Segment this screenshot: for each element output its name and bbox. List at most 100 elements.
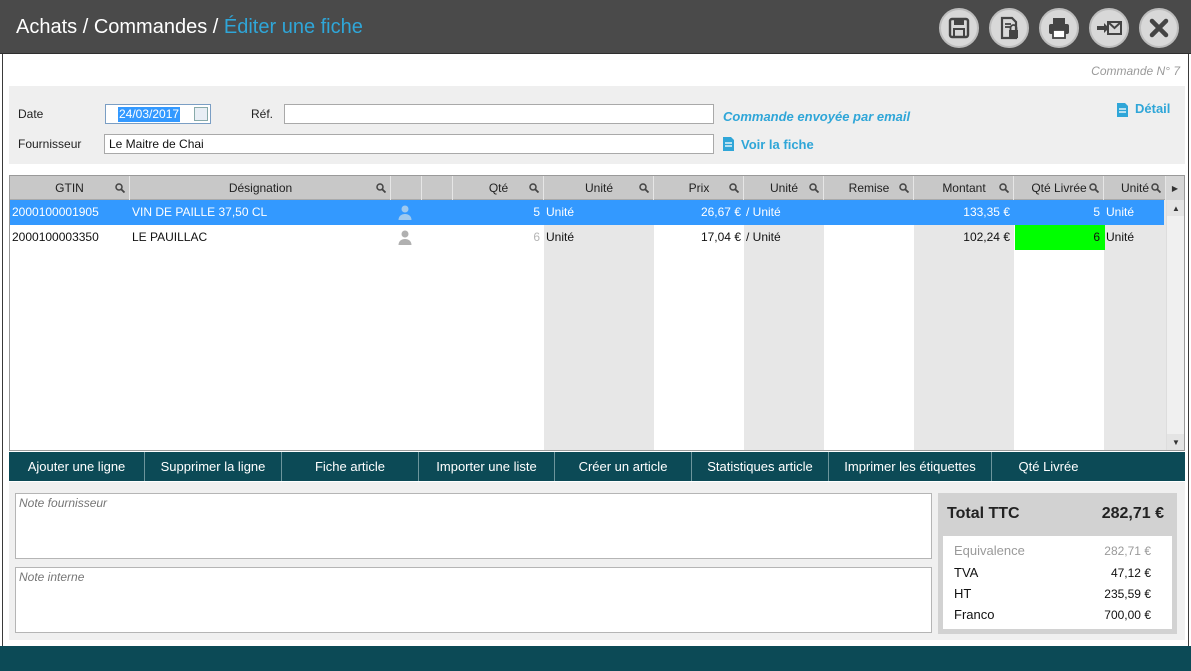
cell-qty-delivered: 6 bbox=[1015, 225, 1105, 250]
scroll-down-arrow[interactable]: ▼ bbox=[1167, 434, 1184, 450]
cell-gtin: 2000100001905 bbox=[12, 205, 99, 219]
ref-label: Réf. bbox=[251, 107, 274, 121]
ref-input[interactable] bbox=[284, 104, 714, 124]
total-line-tva: TVA 47,12 € bbox=[954, 565, 1151, 580]
total-line-franco: Franco 700,00 € bbox=[954, 607, 1151, 622]
breadcrumb-achats[interactable]: Achats bbox=[16, 16, 77, 38]
search-icon[interactable] bbox=[115, 183, 125, 193]
order-form: Date 24/03/2017 Réf. Commande envoyée pa… bbox=[9, 86, 1185, 164]
create-article-button[interactable]: Créer un article bbox=[555, 452, 692, 481]
delete-line-button[interactable]: Supprimer la ligne bbox=[145, 452, 282, 481]
search-icon[interactable] bbox=[809, 183, 819, 193]
date-value: 24/03/2017 bbox=[118, 107, 181, 122]
column-header-price[interactable]: Prix bbox=[655, 176, 744, 200]
column-header-amount[interactable]: Montant bbox=[915, 176, 1014, 200]
action-bar: Ajouter une ligne Supprimer la ligne Fic… bbox=[9, 452, 1185, 481]
date-label: Date bbox=[18, 107, 44, 121]
supplier-label: Fournisseur bbox=[18, 137, 82, 151]
cell-price: 26,67 € bbox=[700, 205, 741, 219]
column-header-gtin[interactable]: GTIN bbox=[10, 176, 130, 200]
cell-discount bbox=[825, 225, 911, 250]
cell-qty-delivered: 5 bbox=[1093, 205, 1100, 219]
search-icon[interactable] bbox=[899, 183, 909, 193]
email-status: Commande envoyée par email bbox=[723, 109, 911, 124]
cell-unit: Unité bbox=[546, 230, 575, 244]
person-icon[interactable] bbox=[397, 229, 413, 245]
lock-document-button[interactable] bbox=[989, 8, 1029, 48]
table-row[interactable]: 2000100001905 VIN DE PAILLE 37,50 CL 5 U… bbox=[10, 200, 1164, 225]
cell-price-unit: / Unité bbox=[746, 205, 781, 219]
order-number: Commande N° 7 bbox=[1091, 64, 1180, 78]
vertical-scrollbar[interactable]: ▲ ▼ bbox=[1166, 200, 1184, 450]
cell-price-unit: / Unité bbox=[746, 230, 781, 244]
title-bar: Achats / Commandes / Éditer une fiche bbox=[0, 0, 1191, 54]
order-editor: Commande N° 7 Date 24/03/2017 Réf. Comma… bbox=[2, 54, 1189, 671]
cell-amount: 133,35 € bbox=[963, 205, 1010, 219]
status-bar bbox=[0, 646, 1191, 671]
print-labels-button[interactable]: Imprimer les étiquettes bbox=[829, 452, 992, 481]
column-header-price-unit[interactable]: Unité bbox=[745, 176, 824, 200]
article-sheet-button[interactable]: Fiche article bbox=[282, 452, 419, 481]
close-button[interactable] bbox=[1139, 8, 1179, 48]
table-header: GTIN Désignation Qté Unité Prix Unité Re… bbox=[10, 176, 1184, 200]
total-ttc-value: 282,71 € bbox=[1101, 505, 1164, 522]
cell-price: 17,04 € bbox=[700, 230, 741, 244]
cell-gtin: 2000100003350 bbox=[12, 230, 99, 244]
breadcrumb-separator: / bbox=[207, 16, 224, 38]
cell-designation: VIN DE PAILLE 37,50 CL bbox=[132, 205, 268, 219]
add-line-button[interactable]: Ajouter une ligne bbox=[9, 452, 145, 481]
close-icon bbox=[1149, 18, 1169, 38]
search-icon[interactable] bbox=[729, 183, 739, 193]
search-icon[interactable] bbox=[376, 183, 386, 193]
search-icon[interactable] bbox=[639, 183, 649, 193]
supplier-note-field[interactable] bbox=[15, 493, 932, 559]
column-header-blank bbox=[392, 176, 422, 200]
cell-discount bbox=[825, 200, 911, 225]
breadcrumb-current: Éditer une fiche bbox=[223, 16, 363, 38]
person-icon[interactable] bbox=[397, 204, 413, 220]
column-header-discount[interactable]: Remise bbox=[825, 176, 914, 200]
import-list-button[interactable]: Importer une liste bbox=[419, 452, 555, 481]
totals-panel: Total TTC 282,71 € Equivalence 282,71 € T… bbox=[938, 493, 1177, 634]
document-lock-icon bbox=[1000, 16, 1018, 40]
supplier-input[interactable] bbox=[104, 134, 714, 154]
view-supplier-sheet-link[interactable]: Voir la fiche bbox=[741, 137, 814, 152]
detail-icon bbox=[1117, 103, 1128, 117]
breadcrumb-commandes[interactable]: Commandes bbox=[94, 16, 207, 38]
cell-delivered-unit: Unité bbox=[1106, 205, 1135, 219]
article-statistics-button[interactable]: Statistiques article bbox=[692, 452, 829, 481]
breadcrumb: Achats / Commandes / Éditer une fiche bbox=[16, 16, 363, 39]
search-icon[interactable] bbox=[1089, 183, 1099, 193]
table-row[interactable]: 2000100003350 LE PAUILLAC 6 Unité 17,04 … bbox=[10, 225, 1164, 250]
column-header-delivered-unit[interactable]: Unité bbox=[1105, 176, 1166, 200]
cell-qty: 6 bbox=[533, 230, 540, 244]
internal-note-field[interactable] bbox=[15, 567, 932, 633]
print-button[interactable] bbox=[1039, 8, 1079, 48]
document-icon bbox=[723, 137, 734, 151]
send-email-button[interactable] bbox=[1089, 8, 1129, 48]
column-header-qty[interactable]: Qté bbox=[454, 176, 544, 200]
scroll-up-arrow[interactable]: ▲ bbox=[1167, 200, 1184, 216]
detail-link[interactable]: Détail bbox=[1135, 101, 1170, 116]
scroll-right-arrow[interactable]: ▶ bbox=[1166, 176, 1184, 200]
column-header-qty-delivered[interactable]: Qté Livrée bbox=[1015, 176, 1104, 200]
save-icon bbox=[948, 17, 970, 39]
search-icon[interactable] bbox=[999, 183, 1009, 193]
date-field[interactable]: 24/03/2017 bbox=[105, 104, 211, 124]
calendar-icon[interactable] bbox=[194, 107, 208, 121]
column-header-designation[interactable]: Désignation bbox=[131, 176, 391, 200]
total-line-ht: HT 235,59 € bbox=[954, 586, 1151, 601]
order-lines-table: GTIN Désignation Qté Unité Prix Unité Re… bbox=[9, 175, 1185, 451]
print-icon bbox=[1049, 18, 1069, 39]
cell-unit: Unité bbox=[546, 205, 575, 219]
search-icon[interactable] bbox=[529, 183, 539, 193]
breadcrumb-separator: / bbox=[77, 16, 94, 38]
total-line-equivalence: Equivalence 282,71 € bbox=[954, 543, 1151, 558]
cell-designation: LE PAUILLAC bbox=[132, 230, 208, 244]
totals-breakdown: Equivalence 282,71 € TVA 47,12 € HT 235,59 … bbox=[943, 536, 1172, 629]
qty-delivered-button[interactable]: Qté Livrée bbox=[992, 452, 1105, 481]
save-button[interactable] bbox=[939, 8, 979, 48]
column-header-unit[interactable]: Unité bbox=[545, 176, 654, 200]
search-icon[interactable] bbox=[1151, 183, 1161, 193]
cell-delivered-unit: Unité bbox=[1106, 230, 1135, 244]
